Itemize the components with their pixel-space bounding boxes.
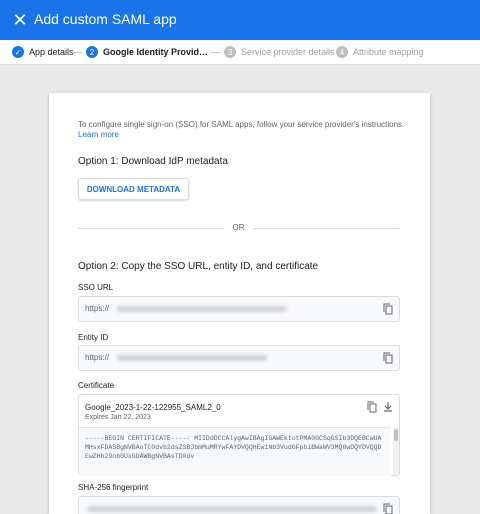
certificate-expiry: Expires Jan 22, 2023 <box>85 414 151 421</box>
intro-text: To configure single sign-on (SSO) for SA… <box>78 120 418 140</box>
copy-icon[interactable] <box>383 303 393 315</box>
intro-sentence: To configure single sign-on (SSO) for SA… <box>78 120 405 129</box>
or-divider: OR <box>78 223 399 233</box>
certificate-text: -----BEGIN CERTIFICATE----- MIIDdDCCAlyg… <box>85 435 382 460</box>
stepper: ✓ App details 2 Google Identity Provider… <box>0 40 480 65</box>
step-number: 3 <box>224 46 236 58</box>
step-number: 4 <box>336 46 348 58</box>
step-app-details[interactable]: ✓ App details <box>12 45 74 59</box>
close-icon[interactable]: ✕ <box>10 10 30 30</box>
copy-icon[interactable] <box>383 352 393 364</box>
entity-id-value: https:// <box>85 353 110 362</box>
step-connector <box>72 52 82 53</box>
header-bar: ✕ Add custom SAML app <box>0 0 480 40</box>
learn-more-link[interactable]: Learn more <box>78 130 418 140</box>
divider-line <box>78 228 224 229</box>
step-label: Google Identity Provider details <box>103 47 211 57</box>
step-label: Attribute mapping <box>353 47 424 57</box>
download-metadata-button[interactable]: DOWNLOAD METADATA <box>78 178 189 200</box>
step-connector <box>210 52 220 53</box>
redacted-text <box>87 506 377 512</box>
entity-id-label: Entity ID <box>78 333 109 342</box>
certificate-text-area[interactable]: -----BEGIN CERTIFICATE----- MIIDdDCCAlyg… <box>79 427 391 476</box>
sso-url-field[interactable]: https:// <box>78 296 400 322</box>
or-text: OR <box>232 223 245 232</box>
certificate-label: Certificate <box>78 381 115 390</box>
entity-id-field[interactable]: https:// <box>78 345 400 371</box>
option1-title: Option 1: Download IdP metadata <box>78 156 228 167</box>
step-connector <box>322 52 332 53</box>
certificate-name: Google_2023-1-22-122955_SAML2_0 <box>85 403 221 412</box>
check-icon: ✓ <box>12 46 24 58</box>
certificate-box: Google_2023-1-22-122955_SAML2_0 Expires … <box>78 394 400 476</box>
scrollbar-thumb[interactable] <box>394 429 398 441</box>
page-title: Add custom SAML app <box>34 11 177 27</box>
sso-url-label: SSO URL <box>78 283 114 292</box>
copy-icon[interactable] <box>383 503 393 514</box>
redacted-text <box>117 355 267 361</box>
step-attribute-mapping[interactable]: 4 Attribute mapping <box>336 45 424 59</box>
download-icon[interactable] <box>383 401 393 413</box>
copy-icon[interactable] <box>367 401 377 413</box>
step-google-idp-details[interactable]: 2 Google Identity Provider details <box>86 45 211 59</box>
step-label: Service provider details <box>241 47 335 57</box>
sha256-field[interactable] <box>78 496 400 514</box>
divider-line <box>253 228 399 229</box>
step-service-provider-details[interactable]: 3 Service provider details <box>224 45 335 59</box>
step-number: 2 <box>86 46 98 58</box>
idp-details-card: To configure single sign-on (SSO) for SA… <box>49 93 430 514</box>
sha256-label: SHA-256 fingerprint <box>78 483 149 492</box>
redacted-text <box>117 306 287 312</box>
sso-url-value: https:// <box>85 304 110 313</box>
step-label: App details <box>29 47 74 57</box>
option2-title: Option 2: Copy the SSO URL, entity ID, a… <box>78 261 319 272</box>
